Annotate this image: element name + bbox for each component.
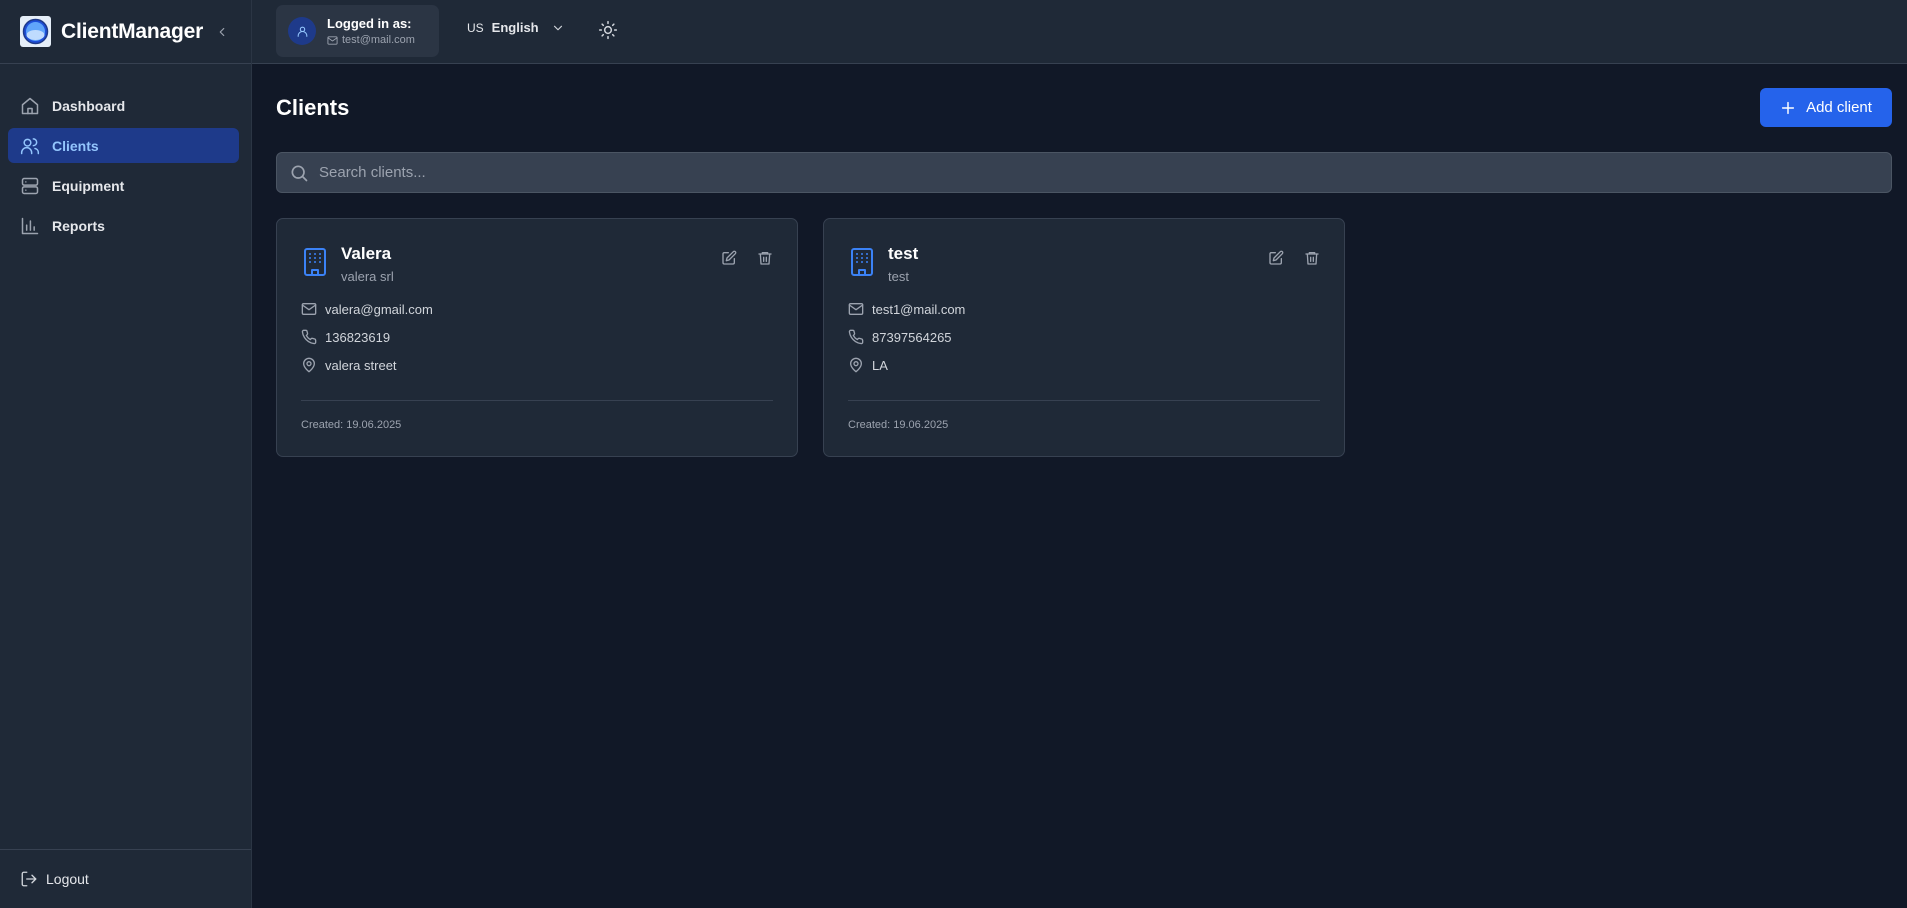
client-created-date: Created: 19.06.2025	[848, 419, 949, 431]
client-phone-row: 136823619	[301, 328, 773, 346]
sidebar-item-label: Dashboard	[52, 97, 126, 114]
chevron-down-icon	[553, 25, 562, 30]
client-email: valera@gmail.com	[325, 301, 433, 317]
trash-icon	[1305, 252, 1319, 265]
flag-icon: US	[467, 20, 484, 35]
topbar: Logged in as: test@mail.com US English	[252, 0, 1907, 64]
plus-icon	[1781, 101, 1795, 114]
client-address-row: LA	[848, 356, 1320, 374]
client-email: test1@mail.com	[872, 301, 966, 317]
user-info: Logged in as: test@mail.com	[276, 5, 439, 57]
mail-icon	[301, 303, 317, 315]
sidebar-item-clients[interactable]: Clients	[8, 128, 239, 163]
client-phone: 87397564265	[872, 329, 952, 345]
delete-client-button[interactable]	[1304, 250, 1320, 266]
logout-icon	[21, 871, 37, 887]
logout-label: Logout	[46, 871, 89, 887]
sidebar-item-equipment[interactable]: Equipment	[8, 168, 239, 203]
client-phone: 136823619	[325, 329, 391, 345]
add-client-label: Add client	[1806, 99, 1872, 116]
edit-icon	[1269, 250, 1284, 265]
sidebar-footer: Logout	[0, 849, 251, 908]
client-address: LA	[872, 357, 888, 373]
users-icon	[20, 137, 40, 154]
mail-icon	[327, 35, 338, 45]
edit-client-button[interactable]	[1268, 250, 1284, 266]
client-phone-row: 87397564265	[848, 328, 1320, 346]
theme-toggle-button[interactable]	[598, 20, 618, 40]
trash-icon	[758, 252, 772, 265]
edit-icon	[722, 250, 737, 265]
client-card: test test test1@mail.com 87397564265 LA …	[823, 218, 1345, 457]
client-company: test	[888, 269, 909, 284]
sun-icon	[598, 20, 618, 40]
client-cards: Valera valera srl valera@gmail.com 13682…	[276, 218, 1370, 457]
client-created-date: Created: 19.06.2025	[301, 419, 402, 431]
user-email: test@mail.com	[342, 34, 415, 46]
map-pin-icon	[850, 357, 862, 373]
phone-icon	[301, 329, 317, 345]
client-name: test	[888, 244, 919, 263]
user-icon	[297, 26, 307, 37]
sidebar-item-reports[interactable]: Reports	[8, 208, 239, 243]
client-address: valera street	[325, 357, 397, 373]
sidebar-nav: Dashboard Clients Equipment Reports	[0, 64, 251, 243]
edit-client-button[interactable]	[721, 250, 737, 266]
sidebar-item-label: Equipment	[52, 177, 125, 194]
user-heading: Logged in as:	[327, 16, 412, 31]
brand: ClientManager	[0, 0, 251, 64]
brand-name: ClientManager	[61, 19, 204, 43]
page-title: Clients	[276, 95, 350, 120]
search-icon	[291, 165, 308, 181]
bar-chart-icon	[21, 217, 39, 234]
client-card: Valera valera srl valera@gmail.com 13682…	[276, 218, 798, 457]
divider	[848, 400, 1320, 401]
sidebar-item-label: Clients	[52, 137, 99, 154]
mail-icon	[848, 303, 864, 315]
delete-client-button[interactable]	[757, 250, 773, 266]
search-bar	[276, 152, 1892, 193]
add-client-button[interactable]: Add client	[1760, 88, 1892, 127]
language-name: English	[491, 20, 539, 35]
client-name: Valera	[341, 244, 392, 263]
sidebar-item-label: Reports	[52, 217, 105, 234]
avatar	[288, 17, 316, 45]
client-company: valera srl	[341, 269, 394, 284]
building-icon	[851, 248, 873, 276]
logout-button[interactable]: Logout	[20, 870, 89, 888]
divider	[301, 400, 773, 401]
building-icon	[304, 248, 326, 276]
collapse-sidebar-button[interactable]	[215, 25, 229, 39]
app-logo	[20, 16, 51, 47]
phone-icon	[848, 329, 864, 345]
server-icon	[21, 177, 39, 194]
client-email-row: valera@gmail.com	[301, 300, 773, 318]
sidebar: ClientManager Dashboard Clients Equipmen…	[0, 0, 252, 908]
search-input[interactable]	[319, 164, 1879, 181]
home-icon	[21, 97, 39, 114]
chevron-left-icon	[219, 27, 225, 36]
sidebar-item-dashboard[interactable]: Dashboard	[8, 88, 239, 123]
client-email-row: test1@mail.com	[848, 300, 1320, 318]
client-address-row: valera street	[301, 356, 773, 374]
language-selector[interactable]: US English	[467, 20, 565, 35]
map-pin-icon	[303, 357, 315, 373]
